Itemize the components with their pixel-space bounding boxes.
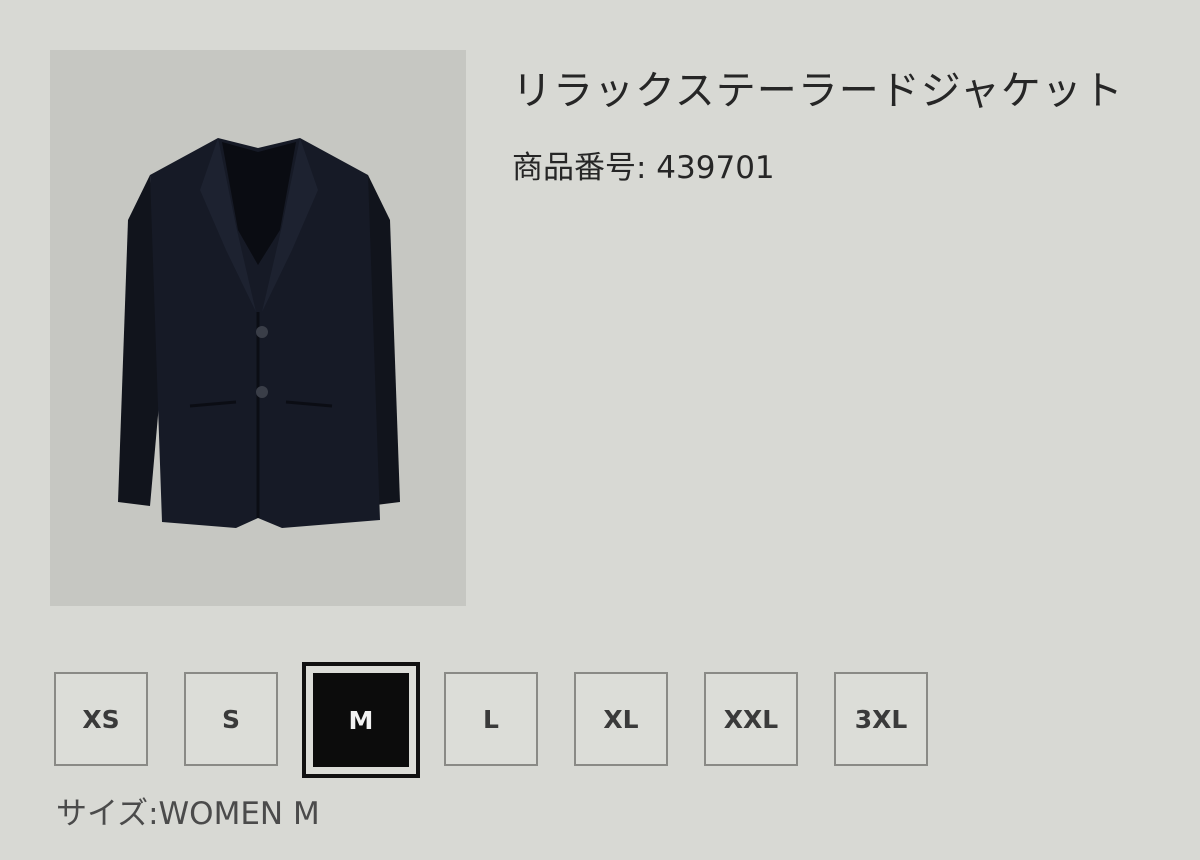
size-button-3xl[interactable]: 3XL xyxy=(834,672,928,766)
size-button-m[interactable]: M xyxy=(302,662,420,778)
selected-size-label: サイズ:WOMEN M xyxy=(56,796,320,832)
size-button-m-label: M xyxy=(313,673,409,767)
size-button-s[interactable]: S xyxy=(184,672,278,766)
size-button-xl[interactable]: XL xyxy=(574,672,668,766)
size-button-xxl[interactable]: XXL xyxy=(704,672,798,766)
product-image[interactable] xyxy=(50,50,466,606)
product-number: 商品番号: 439701 xyxy=(512,150,775,186)
size-button-xs[interactable]: XS xyxy=(54,672,148,766)
size-button-l[interactable]: L xyxy=(444,672,538,766)
product-title: リラックステーラードジャケット xyxy=(512,68,1124,114)
jacket-image xyxy=(118,138,400,528)
